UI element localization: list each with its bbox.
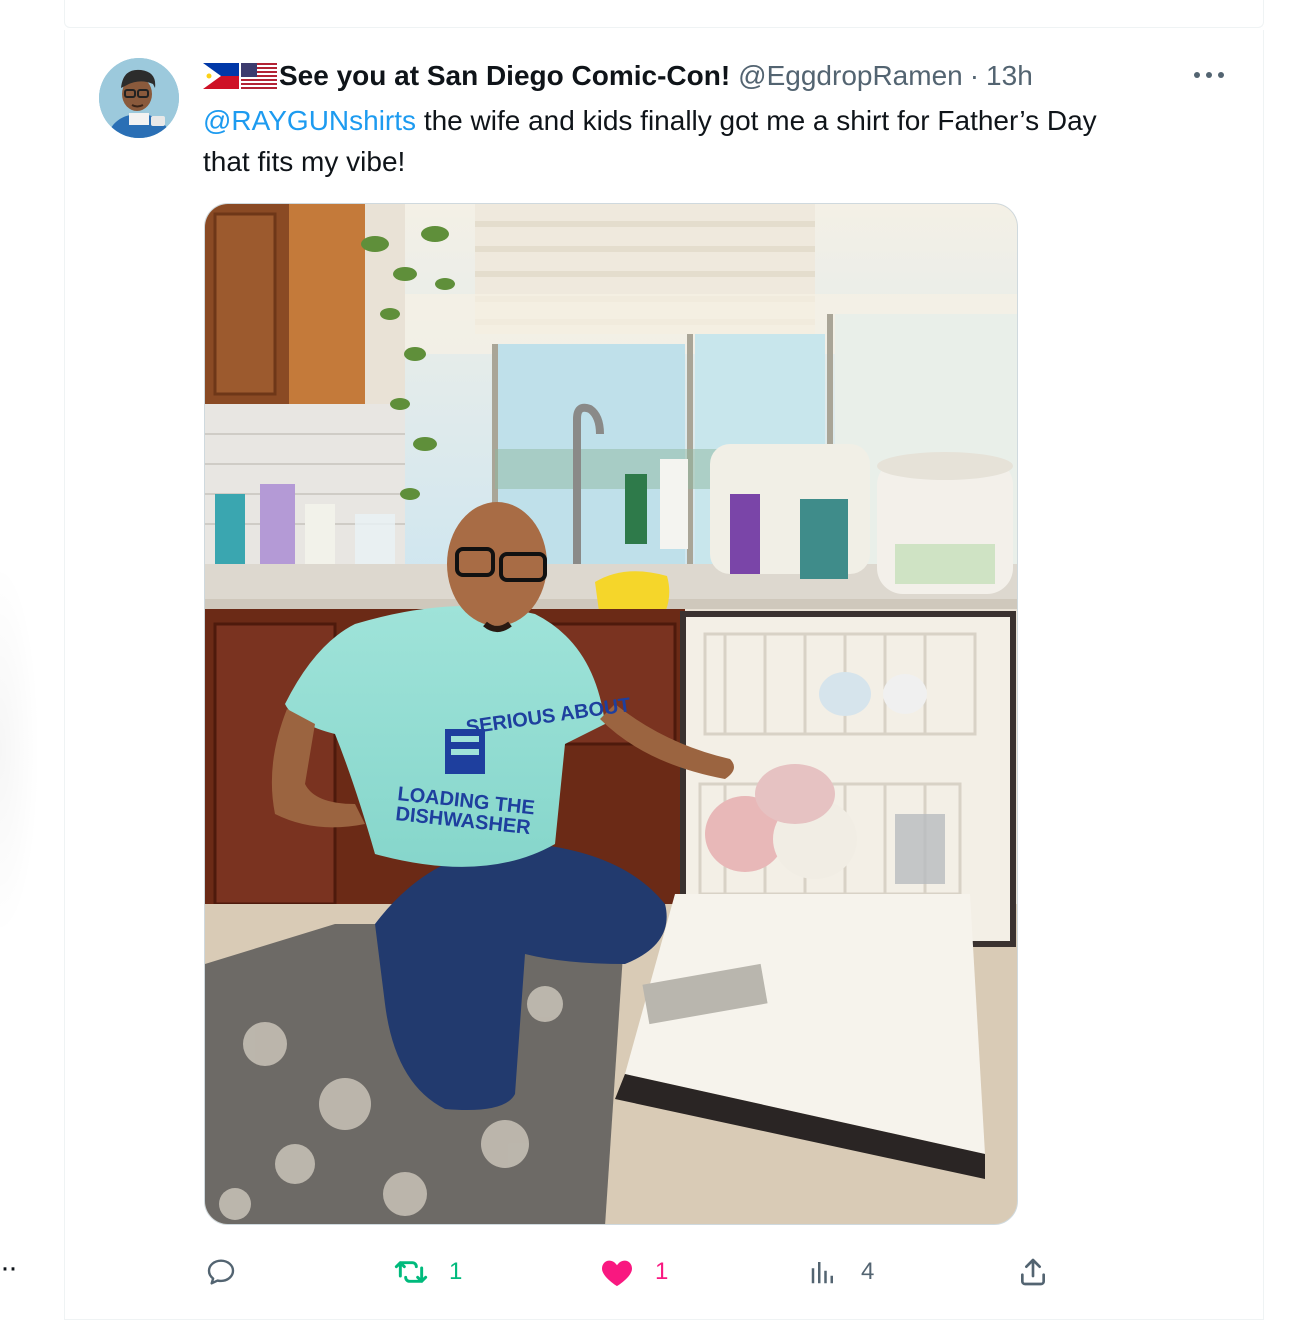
usa-flag-icon xyxy=(241,63,277,89)
user-handle[interactable]: @EggdropRamen xyxy=(738,56,963,96)
avatar-illustration xyxy=(99,58,179,138)
display-name[interactable]: See you at San Diego Comic-Con! xyxy=(279,56,730,96)
retweet-count: 1 xyxy=(449,1258,463,1285)
like-button[interactable]: 1 xyxy=(599,1252,668,1292)
like-count: 1 xyxy=(655,1258,669,1285)
tweet-header: See you at San Diego Comic-Con! @Eggdrop… xyxy=(203,56,1033,96)
avatar[interactable] xyxy=(99,58,179,138)
more-horizontal-icon xyxy=(1194,72,1224,78)
mention-link[interactable]: @RAYGUNshirts xyxy=(203,105,416,136)
tweet[interactable]: See you at San Diego Comic-Con! @Eggdrop… xyxy=(64,30,1264,1320)
views-button[interactable]: 4 xyxy=(805,1252,874,1292)
reply-icon xyxy=(203,1254,239,1290)
heart-icon xyxy=(599,1254,635,1290)
timestamp[interactable]: 13h xyxy=(986,56,1033,96)
reply-button[interactable] xyxy=(203,1252,239,1292)
page: ·· See you at San Diego Comic-Con! @Eggd… xyxy=(0,0,1290,1332)
previous-tweet-card[interactable] xyxy=(64,0,1264,28)
retweet-icon xyxy=(393,1254,429,1290)
tweet-actions: 1 1 4 xyxy=(203,1252,1063,1292)
separator-dot: · xyxy=(969,60,980,91)
left-shadow xyxy=(0,560,40,940)
views-count: 4 xyxy=(861,1258,875,1285)
more-options-button[interactable] xyxy=(1191,60,1227,90)
photo-kitchen-dishwasher: SERIOUS ABOUT LOADING THE DISHWASHER xyxy=(205,204,1017,1224)
tweet-text: @RAYGUNshirts the wife and kids finally … xyxy=(203,100,1213,182)
left-more-icon[interactable]: ·· xyxy=(0,1253,18,1283)
share-icon xyxy=(1015,1254,1051,1290)
tweet-text-line2: that fits my vibe! xyxy=(203,146,406,177)
share-button[interactable] xyxy=(1015,1252,1051,1292)
retweet-button[interactable]: 1 xyxy=(393,1252,462,1292)
tweet-text-line1: the wife and kids finally got me a shirt… xyxy=(416,105,1097,136)
philippines-flag-icon xyxy=(203,63,239,89)
tweet-photo[interactable]: SERIOUS ABOUT LOADING THE DISHWASHER xyxy=(204,203,1018,1225)
views-chart-icon xyxy=(805,1254,841,1290)
